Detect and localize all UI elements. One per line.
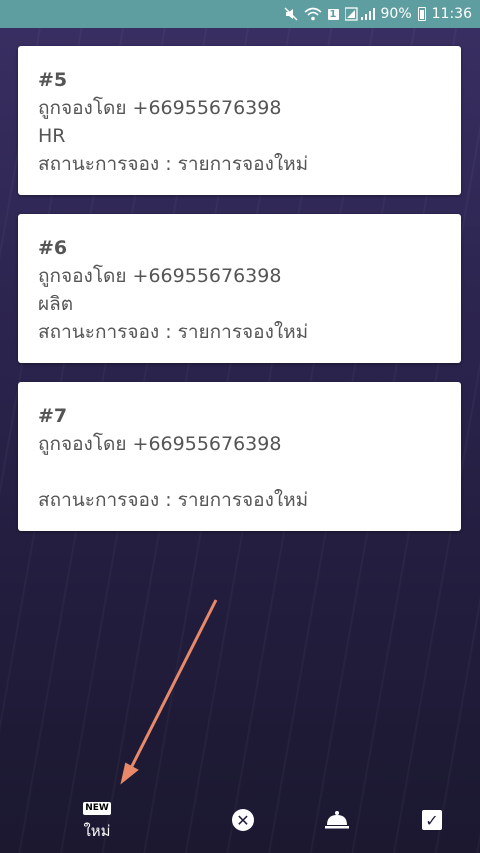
- booking-card-7[interactable]: #7 ถูกจองโดย +66955676398 สถานะการจอง : …: [18, 382, 461, 531]
- signal-icon: [344, 7, 375, 21]
- booking-status: สถานะการจอง : รายการจองใหม่: [38, 321, 309, 343]
- booked-by: ถูกจองโดย +66955676398: [38, 265, 282, 287]
- wifi-icon: [304, 7, 322, 21]
- cloche-icon: [325, 811, 349, 829]
- booking-id: #6: [38, 237, 68, 259]
- tab-new-label: ใหม่: [83, 822, 111, 840]
- new-icon: NEW: [83, 802, 111, 815]
- battery-percent: 90%: [380, 6, 412, 22]
- bottom-nav: NEW ใหม่ ✕ ✓: [0, 790, 480, 853]
- booking-card-6[interactable]: #6 ถูกจองโดย +66955676398 ผลิต สถานะการจ…: [18, 214, 461, 363]
- status-bar: 1 90% 11:36: [0, 0, 480, 28]
- booking-status: สถานะการจอง : รายการจองใหม่: [38, 489, 309, 511]
- tab-new[interactable]: NEW ใหม่: [72, 790, 122, 843]
- mute-icon: [284, 7, 298, 21]
- clock: 11:36: [431, 6, 472, 22]
- tab-served[interactable]: [324, 810, 350, 830]
- booking-status: สถานะการจอง : รายการจองใหม่: [38, 153, 309, 175]
- tab-cancelled[interactable]: ✕: [232, 809, 254, 831]
- cancel-icon: ✕: [232, 809, 254, 831]
- booked-by: ถูกจองโดย +66955676398: [38, 97, 282, 119]
- department: [38, 458, 461, 486]
- sim-icon: 1: [327, 8, 339, 20]
- booking-id: #7: [38, 405, 68, 427]
- booking-card-5[interactable]: #5 ถูกจองโดย +66955676398 HR สถานะการจอง…: [18, 46, 461, 195]
- check-icon: ✓: [422, 810, 442, 830]
- booking-id: #5: [38, 69, 68, 91]
- department: ผลิต: [38, 293, 74, 315]
- battery-icon: [417, 7, 426, 21]
- department: HR: [38, 125, 66, 147]
- tab-completed[interactable]: ✓: [422, 810, 442, 830]
- booked-by: ถูกจองโดย +66955676398: [38, 433, 282, 455]
